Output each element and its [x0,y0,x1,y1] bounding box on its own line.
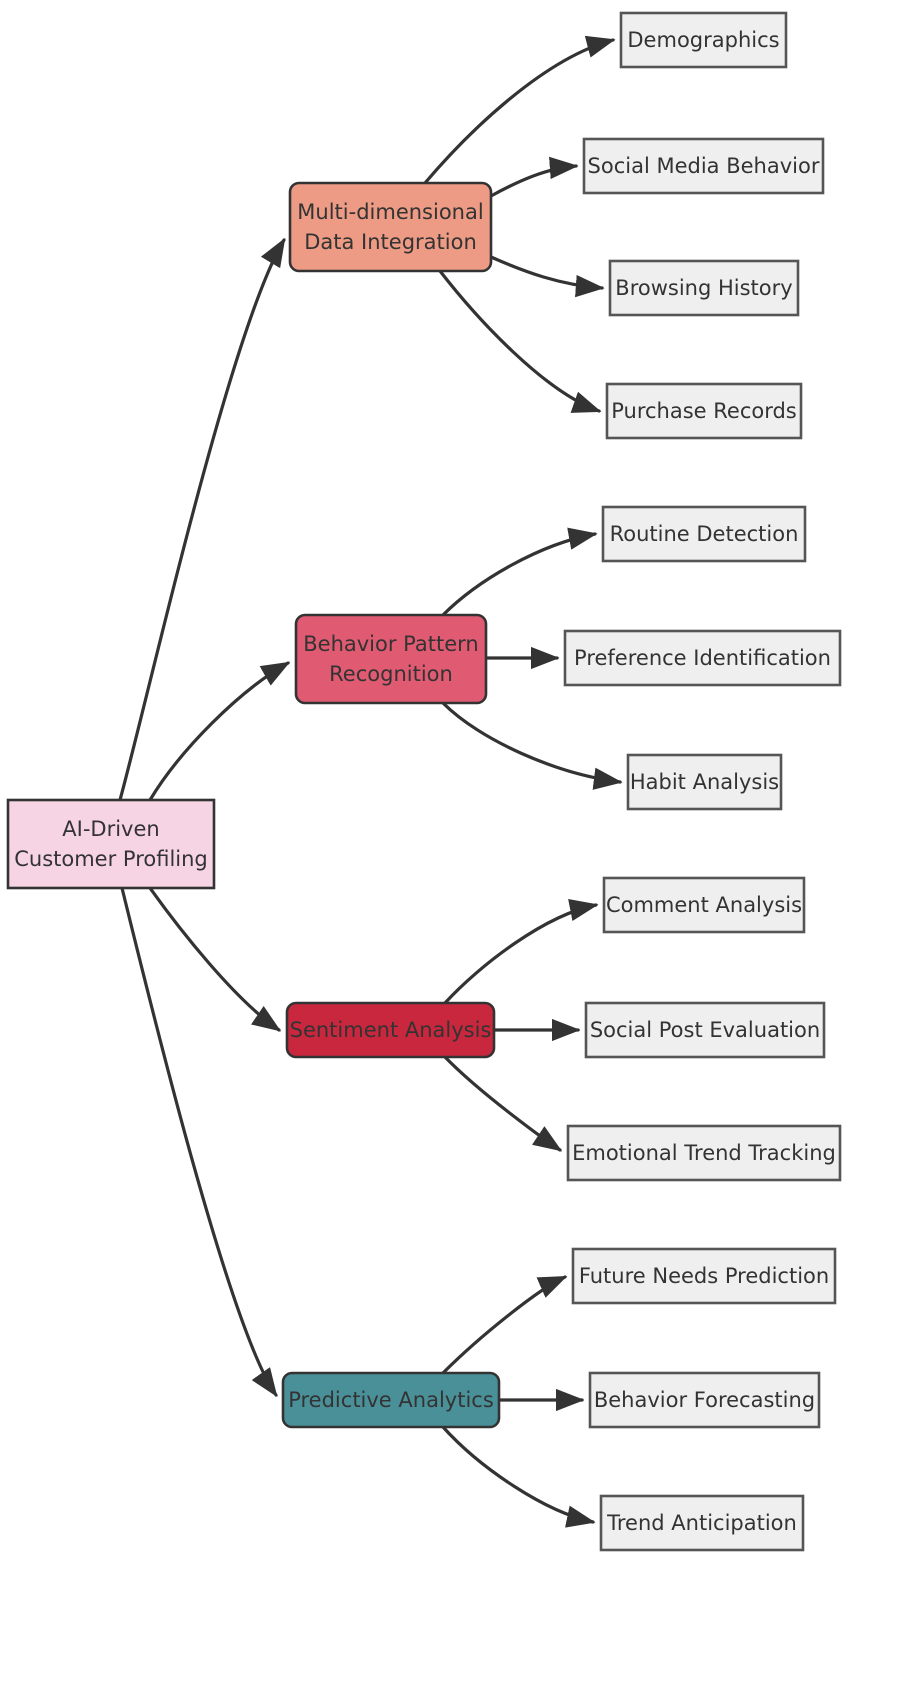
nodes-layer: AI-Driven Customer Profiling Multi-dimensi… [6,11,842,1552]
leaf-preference-identification[interactable]: Preference Identification [563,629,842,687]
leaf-trend-anticipation-label: Trend Anticipation [606,1511,797,1535]
edge-bpr-to-habit-analysis [441,701,623,790]
leaf-future-needs-prediction[interactable]: Future Needs Prediction [571,1247,837,1305]
branch-multi-dimensional-data-integration-label-1: Multi-dimensional [297,200,483,224]
leaf-social-post-evaluation-label: Social Post Evaluation [590,1018,820,1042]
leaf-preference-identification-label: Preference Identification [574,646,831,670]
branch-multi-dimensional-data-integration[interactable]: Multi-dimensional Data Integration [288,181,493,273]
branch-predictive-analytics[interactable]: Predictive Analytics [281,1371,501,1429]
edge-mdi-to-browsing-history [489,255,605,298]
leaf-habit-analysis[interactable]: Habit Analysis [626,753,783,811]
edge-pa-to-future-needs [441,1275,568,1375]
leaf-emotional-trend-tracking-label: Emotional Trend Tracking [572,1141,836,1165]
leaf-demographics-label: Demographics [627,28,779,52]
leaf-demographics[interactable]: Demographics [619,11,788,69]
branch-behavior-pattern-recognition-label-2: Recognition [329,662,453,686]
leaf-habit-analysis-label: Habit Analysis [630,770,779,794]
leaf-behavior-forecasting-label: Behavior Forecasting [594,1388,815,1412]
root-box[interactable] [6,798,216,890]
edge-root-to-multi-dimensional [118,237,286,802]
edge-root-to-predictive [120,886,278,1398]
leaf-comment-analysis-label: Comment Analysis [606,893,802,917]
leaf-social-post-evaluation[interactable]: Social Post Evaluation [584,1001,826,1059]
leaf-emotional-trend-tracking[interactable]: Emotional Trend Tracking [566,1124,842,1182]
edge-root-to-behavior-pattern [148,661,291,802]
leaf-trend-anticipation[interactable]: Trend Anticipation [599,1494,805,1552]
flowchart-diagram: AI-Driven Customer Profiling Multi-dimensi… [0,0,923,1692]
edge-sa-to-emotional-trend-tracking [443,1055,563,1152]
edge-pa-to-trend-anticipation [441,1425,596,1528]
edge-mdi-to-purchase-records [438,269,602,413]
branch-behavior-pattern-recognition-label-1: Behavior Pattern [303,632,478,656]
leaf-future-needs-prediction-label: Future Needs Prediction [579,1264,829,1288]
leaf-browsing-history[interactable]: Browsing History [608,259,800,317]
branch-behavior-pattern-recognition[interactable]: Behavior Pattern Recognition [294,613,488,705]
edge-sa-to-comment-analysis [443,899,599,1005]
leaf-social-media-behavior-label: Social Media Behavior [588,154,820,178]
root-label-1: AI-Driven [62,817,159,841]
leaf-routine-detection-label: Routine Detection [610,522,799,546]
branch-behavior-pattern-recognition-box[interactable] [294,613,488,705]
leaf-purchase-records-label: Purchase Records [611,399,797,423]
branch-multi-dimensional-data-integration-box[interactable] [288,181,493,273]
branch-sentiment-analysis-label: Sentiment Analysis [290,1018,492,1042]
leaf-social-media-behavior[interactable]: Social Media Behavior [582,137,825,195]
leaf-purchase-records[interactable]: Purchase Records [605,382,803,440]
leaf-routine-detection[interactable]: Routine Detection [601,505,807,563]
leaf-browsing-history-label: Browsing History [615,276,792,300]
edge-mdi-to-social-media [489,156,579,198]
branch-sentiment-analysis[interactable]: Sentiment Analysis [285,1001,496,1059]
edge-root-to-sentiment [148,886,282,1032]
root-label-2: Customer Profiling [14,847,208,871]
leaf-comment-analysis[interactable]: Comment Analysis [602,876,806,934]
root[interactable]: AI-Driven Customer Profiling [6,798,216,890]
leaf-behavior-forecasting[interactable]: Behavior Forecasting [588,1371,821,1429]
branch-multi-dimensional-data-integration-label-2: Data Integration [304,230,477,254]
branch-predictive-analytics-label: Predictive Analytics [288,1388,494,1412]
flowchart-canvas: AI-Driven Customer Profiling Multi-dimensi… [6,11,842,1552]
edge-bpr-to-routine-detection [441,527,598,617]
